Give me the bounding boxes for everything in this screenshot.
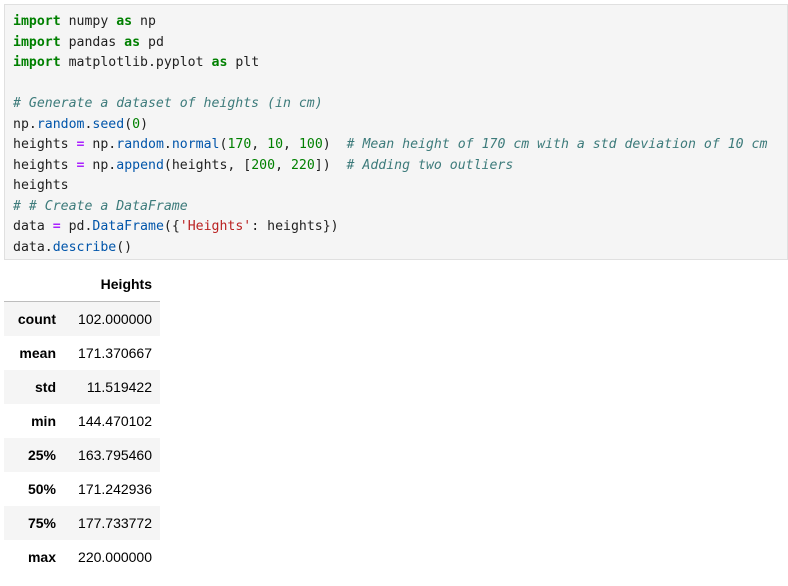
code-token: ({ (163, 219, 180, 234)
code-token: . (163, 137, 172, 152)
cell-value: 11.519422 (86, 379, 152, 395)
code-token: np. (84, 137, 117, 152)
code-token: data. (13, 239, 53, 255)
code-token: data (13, 219, 53, 234)
table-row: min 144.470102 (4, 404, 160, 438)
code-token: = (52, 219, 61, 234)
table-row: 25% 163.795460 (4, 438, 160, 472)
code-token: as (124, 34, 141, 50)
row-label: count (17, 311, 56, 327)
table-row: 50% 171.242936 (4, 472, 160, 506)
cell-value: 177.733772 (78, 515, 152, 531)
code-token: as (211, 55, 228, 70)
code-line: # Generate a dataset of heights (in cm) (13, 94, 787, 115)
row-label: 75% (27, 515, 56, 531)
code-line: import matplotlib.pyplot as plt (13, 53, 787, 74)
code-token: # Adding two outliers (346, 157, 514, 173)
code-token: , (275, 157, 291, 173)
code-token: pd (140, 34, 164, 50)
cell-value: 220.000000 (78, 549, 152, 565)
row-label: min (31, 413, 56, 429)
table-row: mean 171.370667 (4, 336, 160, 370)
code-cell[interactable]: import numpy as np import pandas as pd imp… (4, 4, 788, 260)
row-label: max (27, 549, 56, 565)
table-row: max 220.000000 (4, 540, 160, 574)
code-token: import (13, 34, 61, 50)
code-token: 'Heights' (179, 219, 252, 234)
code-token: ( (124, 116, 133, 132)
code-token: 170 (227, 137, 252, 152)
code-line: heights = np.append(heights, [200, 220])… (13, 156, 787, 177)
row-label: 25% (27, 447, 56, 463)
code-token: matplotlib.pyplot (60, 55, 212, 70)
code-token: random (116, 137, 164, 152)
code-token: # Mean height of 170 cm with a std devia… (346, 137, 768, 152)
row-label: mean (19, 345, 56, 361)
cell-value: 171.242936 (78, 481, 152, 497)
code-token: as (116, 14, 133, 29)
code-token: (heights, [ (163, 157, 252, 173)
cell-value: 102.000000 (78, 311, 152, 327)
code-token: seed (92, 116, 125, 132)
code-token: : heights}) (251, 219, 339, 234)
code-token: # Generate a dataset of heights (in cm) (13, 96, 323, 111)
cell-value: 171.370667 (78, 345, 152, 361)
code-token: append (116, 157, 164, 173)
code-line: # # Create a DataFrame (13, 197, 787, 218)
code-token: ) (322, 137, 347, 152)
code-token: , (251, 137, 268, 152)
code-token: , (283, 137, 299, 152)
code-line: data = pd.DataFrame({'Heights': heights}… (13, 217, 787, 238)
code-token: np (132, 14, 156, 29)
code-token: 10 (267, 137, 284, 152)
code-line: import pandas as pd (13, 33, 787, 54)
column-header: Heights (64, 266, 160, 302)
code-token: ]) (314, 157, 347, 173)
code-token: np. (84, 157, 117, 173)
code-token: describe (52, 239, 117, 255)
code-token: # # Create a DataFrame (13, 198, 188, 214)
index-header (4, 266, 64, 302)
code-token: () (116, 239, 133, 255)
code-token: random (36, 116, 85, 132)
code-token: normal (171, 137, 220, 152)
code-token: plt (227, 55, 260, 70)
code-line: import numpy as np (13, 12, 787, 33)
code-token: heights (13, 157, 77, 173)
row-label: 50% (27, 481, 56, 497)
table-row: count 102.000000 (4, 301, 160, 336)
code-token: 200 (251, 157, 276, 173)
table-row: 75% 177.733772 (4, 506, 160, 540)
code-line: heights = np.random.normal(170, 10, 100)… (13, 135, 787, 156)
code-line: data.describe() (13, 238, 787, 259)
code-line: np.random.seed(0) (13, 115, 787, 136)
code-token: heights (13, 137, 77, 152)
code-token: numpy (60, 14, 117, 29)
code-token: import (13, 14, 61, 29)
code-editor[interactable]: import numpy as np import pandas as pd imp… (5, 5, 787, 258)
code-token: import (13, 55, 61, 70)
code-token: 220 (290, 157, 315, 173)
code-token: pd. (60, 219, 93, 234)
code-token: np. (13, 116, 37, 132)
table-header-row: Heights (4, 266, 160, 302)
cell-output: Heights count 102.000000 mean 171.370667… (4, 266, 160, 574)
code-token: pandas (60, 34, 125, 50)
code-token: 100 (298, 137, 323, 152)
code-line: heights (13, 176, 787, 197)
code-token: 0 (132, 116, 141, 132)
code-token: DataFrame (92, 219, 164, 234)
cell-value: 163.795460 (78, 447, 152, 463)
row-label: std (35, 379, 56, 395)
code-token: ) (140, 116, 149, 132)
table-row: std 11.519422 (4, 370, 160, 404)
code-token: heights (13, 178, 69, 193)
cell-value: 144.470102 (78, 413, 152, 429)
dataframe-table: Heights count 102.000000 mean 171.370667… (4, 266, 160, 574)
